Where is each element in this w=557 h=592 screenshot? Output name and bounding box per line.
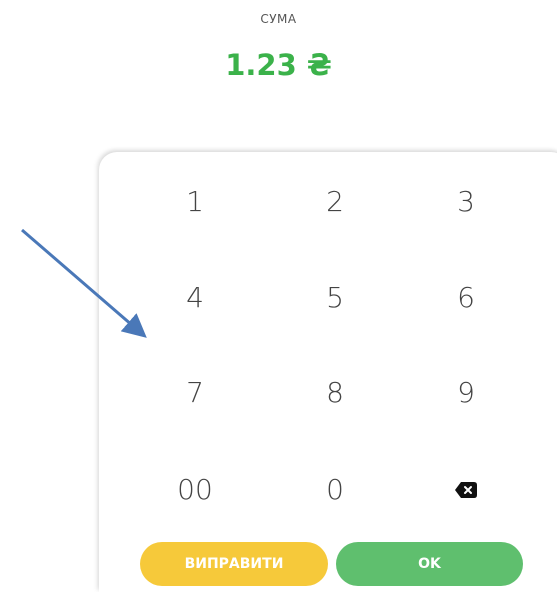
key-1[interactable]: 1 bbox=[135, 172, 255, 232]
ok-button[interactable]: OK bbox=[336, 542, 523, 586]
key-8[interactable]: 8 bbox=[275, 363, 395, 423]
fix-button[interactable]: ВИПРАВИТИ bbox=[140, 542, 328, 586]
backspace-icon bbox=[455, 482, 477, 498]
key-7[interactable]: 7 bbox=[135, 363, 255, 423]
amount-value: 1.23 ₴ bbox=[225, 48, 332, 82]
key-0[interactable]: 0 bbox=[275, 460, 395, 520]
key-3[interactable]: 3 bbox=[406, 172, 526, 232]
backspace-button[interactable] bbox=[406, 460, 526, 520]
key-00[interactable]: 00 bbox=[135, 460, 255, 520]
keypad-panel: 1 2 3 4 5 6 7 8 9 00 0 bbox=[99, 152, 557, 592]
key-5[interactable]: 5 bbox=[275, 268, 395, 328]
amount-label: СУМА bbox=[260, 12, 297, 26]
key-2[interactable]: 2 bbox=[275, 172, 395, 232]
key-9[interactable]: 9 bbox=[406, 363, 526, 423]
key-6[interactable]: 6 bbox=[406, 268, 526, 328]
key-4[interactable]: 4 bbox=[135, 268, 255, 328]
